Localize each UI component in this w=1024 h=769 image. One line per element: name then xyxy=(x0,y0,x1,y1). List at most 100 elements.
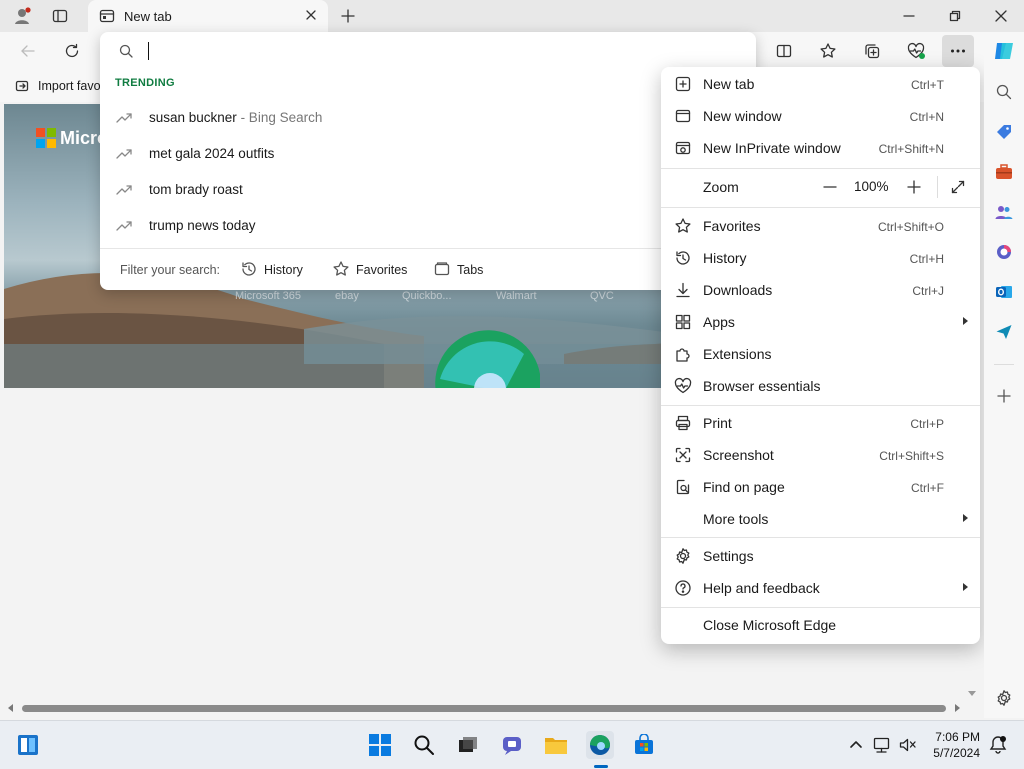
suggestion-item[interactable]: trump news today xyxy=(100,208,756,244)
scroll-down-icon[interactable] xyxy=(967,688,977,698)
menu-item-help-and-feedback[interactable]: Help and feedback xyxy=(661,573,980,603)
sidebar-outlook-button[interactable] xyxy=(992,280,1016,304)
full-screen-button[interactable] xyxy=(943,172,973,202)
inprivate-icon xyxy=(675,141,691,155)
collections-button[interactable] xyxy=(856,35,888,67)
sidebar-people-button[interactable] xyxy=(992,200,1016,224)
address-bar-input[interactable] xyxy=(148,41,712,65)
suggestion-item[interactable]: tom brady roast xyxy=(100,172,756,208)
taskbar-search-button[interactable] xyxy=(410,731,438,759)
zoom-in-button[interactable] xyxy=(899,172,929,202)
collections-icon xyxy=(865,44,880,59)
restore-button[interactable] xyxy=(932,0,978,32)
suggestion-text: tom brady roast xyxy=(149,182,243,197)
menu-item-new-inprivate-window[interactable]: New InPrivate window Ctrl+Shift+N xyxy=(661,133,980,163)
menu-label: Downloads xyxy=(703,282,773,298)
tab-new-tab[interactable]: New tab xyxy=(88,0,328,33)
refresh-button[interactable] xyxy=(56,35,88,67)
menu-item-close-edge[interactable]: Close Microsoft Edge xyxy=(661,610,980,640)
menu-item-settings[interactable]: Settings xyxy=(661,541,980,571)
suggestion-item[interactable]: met gala 2024 outfits xyxy=(100,136,756,172)
sidebar-microsoft365-button[interactable] xyxy=(992,240,1016,264)
menu-label: Close Microsoft Edge xyxy=(703,617,837,633)
menu-item-favorites[interactable]: Favorites Ctrl+Shift+O xyxy=(661,211,980,241)
widgets-button[interactable] xyxy=(14,731,42,759)
quick-link[interactable]: Walmart xyxy=(496,290,537,302)
star-icon xyxy=(675,218,691,233)
sidebar-drop-button[interactable] xyxy=(992,320,1016,344)
zoom-out-button[interactable] xyxy=(815,172,845,202)
tabs-icon xyxy=(434,262,450,276)
volume-button[interactable] xyxy=(894,731,922,759)
quick-link[interactable]: Microsoft 365 xyxy=(235,290,301,302)
search-icon xyxy=(414,735,434,755)
menu-item-print[interactable]: Print Ctrl+P xyxy=(661,408,980,438)
split-screen-button[interactable] xyxy=(768,35,800,67)
minimize-button[interactable] xyxy=(886,0,932,32)
filter-label: Filter your search: xyxy=(120,263,221,277)
menu-label: Apps xyxy=(703,314,735,330)
history-icon xyxy=(242,262,256,276)
clock[interactable]: 7:06 PM 5/7/2024 xyxy=(933,729,980,761)
settings-and-more-button[interactable] xyxy=(942,35,974,67)
copilot-icon xyxy=(995,43,1013,59)
microsoft365-icon xyxy=(997,245,1011,259)
volume-muted-icon xyxy=(899,738,916,752)
menu-item-apps[interactable]: Apps xyxy=(661,307,980,337)
file-explorer-button[interactable] xyxy=(542,731,570,759)
import-favorites-link[interactable]: Import favo xyxy=(38,79,101,93)
menu-item-downloads[interactable]: Downloads Ctrl+J xyxy=(661,275,980,305)
add-favorite-button[interactable] xyxy=(812,35,844,67)
new-tab-button[interactable] xyxy=(332,0,364,32)
scroll-left-icon[interactable] xyxy=(6,703,16,713)
menu-item-more-tools[interactable]: More tools xyxy=(661,504,980,534)
apps-icon xyxy=(675,314,691,330)
suggestion-item[interactable]: susan buckner - Bing Search xyxy=(100,100,756,136)
scroll-right-icon[interactable] xyxy=(952,703,962,713)
close-window-button[interactable] xyxy=(978,0,1024,32)
quick-link[interactable]: QVC xyxy=(590,290,614,302)
zoom-value: 100% xyxy=(854,179,889,194)
menu-item-screenshot[interactable]: Screenshot Ctrl+Shift+S xyxy=(661,440,980,470)
browser-essentials-button[interactable] xyxy=(900,35,932,67)
new-tab-icon xyxy=(675,76,691,92)
network-button[interactable] xyxy=(868,731,896,759)
edge-sidebar xyxy=(984,32,1024,718)
menu-zoom-row: Zoom 100% xyxy=(661,172,980,202)
notifications-button[interactable] xyxy=(984,731,1012,759)
menu-item-extensions[interactable]: Extensions xyxy=(661,339,980,369)
microsoft-logo-icon xyxy=(36,128,56,148)
task-view-button[interactable] xyxy=(454,731,482,759)
start-button[interactable] xyxy=(366,731,394,759)
back-button[interactable] xyxy=(12,35,44,67)
copilot-button[interactable] xyxy=(992,39,1016,63)
close-tab-icon[interactable] xyxy=(304,8,318,22)
sidebar-add-button[interactable] xyxy=(992,384,1016,408)
filter-favorites-label: Favorites xyxy=(356,263,408,277)
split-screen-icon xyxy=(776,44,792,58)
menu-item-find-on-page[interactable]: Find on page Ctrl+F xyxy=(661,472,980,502)
menu-item-history[interactable]: History Ctrl+H xyxy=(661,243,980,273)
horizontal-scroll-thumb[interactable] xyxy=(22,705,946,712)
show-hidden-icons-button[interactable] xyxy=(842,731,870,759)
quick-link[interactable]: ebay xyxy=(335,290,359,302)
menu-item-new-window[interactable]: New window Ctrl+N xyxy=(661,101,980,131)
sidebar-tools-button[interactable] xyxy=(992,160,1016,184)
menu-item-new-tab[interactable]: New tab Ctrl+T xyxy=(661,69,980,99)
sidebar-search-button[interactable] xyxy=(992,80,1016,104)
store-button[interactable] xyxy=(630,731,658,759)
menu-item-browser-essentials[interactable]: Browser essentials xyxy=(661,371,980,401)
sidebar-shopping-button[interactable] xyxy=(992,120,1016,144)
widgets-icon xyxy=(18,735,38,755)
profile-button[interactable] xyxy=(6,0,38,32)
shopping-tag-icon xyxy=(997,125,1011,139)
trending-icon xyxy=(116,113,132,123)
quick-link[interactable]: Quickbo... xyxy=(402,290,452,302)
tab-actions-button[interactable] xyxy=(44,0,76,32)
menu-shortcut: Ctrl+N xyxy=(909,110,944,124)
toolbox-icon xyxy=(996,164,1012,179)
sidebar-settings-button[interactable] xyxy=(992,686,1016,710)
edge-taskbar-button[interactable] xyxy=(586,731,614,759)
chat-button[interactable] xyxy=(498,731,526,759)
refresh-icon xyxy=(65,43,79,58)
